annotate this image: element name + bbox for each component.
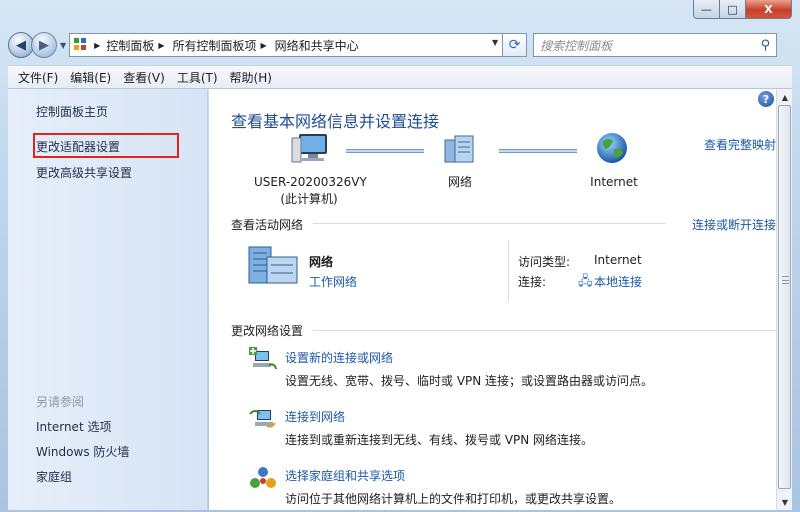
refresh-button[interactable]: ⟳ xyxy=(503,33,528,57)
sidebar-item-homegroup[interactable]: 家庭组 xyxy=(36,468,72,485)
forward-arrow-icon: ▶ xyxy=(39,37,49,53)
connect-disconnect-link[interactable]: 连接或断开连接 xyxy=(692,216,776,233)
map-node-computer: USER-20200326VY (此计算机) xyxy=(254,174,367,208)
menu-view[interactable]: 查看(V) xyxy=(117,69,171,86)
menu-help[interactable]: 帮助(H) xyxy=(224,69,278,86)
address-dropdown-icon[interactable]: ▼ xyxy=(492,38,498,47)
sidebar-item-advanced-sharing[interactable]: 更改高级共享设置 xyxy=(36,164,132,181)
task-homegroup-desc: 访问位于其他网络计算机上的文件和打印机，或更改共享设置。 xyxy=(285,492,622,506)
computer-sub: (此计算机) xyxy=(280,192,338,206)
map-node-network: 网络 xyxy=(430,174,490,191)
vertical-scrollbar[interactable]: ▲ ▼ xyxy=(776,89,792,510)
sidebar-item-home[interactable]: 控制面板主页 xyxy=(36,103,108,120)
search-icon[interactable]: ⚲ xyxy=(761,38,771,53)
scroll-up-icon[interactable]: ▲ xyxy=(777,89,793,105)
ethernet-connection-icon: 🖧 xyxy=(578,274,593,289)
address-box[interactable]: ▶ 控制面板 ▶ 所有控制面板项 ▶ 网络和共享中心 ▼ xyxy=(69,33,504,57)
breadcrumb-label: 控制面板 xyxy=(106,38,155,53)
scroll-thumb[interactable] xyxy=(778,105,791,489)
section-divider xyxy=(313,223,666,224)
map-connector-line xyxy=(346,149,424,153)
window-controls: — □ X xyxy=(693,0,792,20)
new-connection-icon xyxy=(249,347,277,370)
breadcrumb-root-arrow-icon[interactable]: ▶ xyxy=(94,41,100,50)
scroll-down-icon[interactable]: ▼ xyxy=(777,494,793,510)
menu-file[interactable]: 文件(F) xyxy=(12,69,64,86)
network-location-link[interactable]: 工作网络 xyxy=(309,273,357,290)
active-network-name: 网络 xyxy=(309,255,334,269)
breadcrumb-label: 所有控制面板项 xyxy=(172,38,257,53)
search-placeholder: 搜索控制面板 xyxy=(540,38,613,53)
map-internet-label: Internet xyxy=(590,175,638,189)
network-icon xyxy=(444,135,474,163)
sidebar-item-firewall[interactable]: Windows 防火墙 xyxy=(36,443,129,460)
refresh-icon: ⟳ xyxy=(508,37,521,53)
access-type-value: Internet xyxy=(594,253,642,267)
search-input[interactable]: 搜索控制面板 ⚲ xyxy=(533,33,778,57)
task-new-connection-link[interactable]: 设置新的连接或网络 xyxy=(285,349,393,366)
control-panel-icon xyxy=(74,38,88,52)
recent-pages-dropdown[interactable]: ▼ xyxy=(60,41,66,50)
connect-network-icon xyxy=(249,410,276,428)
sidebar-item-internet-options[interactable]: Internet 选项 xyxy=(36,418,111,435)
sidebar-item-adapter-settings[interactable]: 更改适配器设置 xyxy=(36,138,120,155)
section-divider xyxy=(313,330,776,331)
help-icon[interactable]: ? xyxy=(758,91,774,107)
active-networks-heading: 查看活动网络 xyxy=(231,218,304,232)
local-connection-link[interactable]: 本地连接 xyxy=(594,273,642,290)
menu-bar: 文件(F) 编辑(E) 查看(V) 工具(T) 帮助(H) xyxy=(8,65,792,89)
address-bar: ◀ ▶ ▼ ▶ 控制面板 ▶ 所有控制面板项 ▶ 网络和共享中心 ▼ ⟳ 搜索控制面… xyxy=(8,30,792,60)
map-connector-line xyxy=(499,149,577,153)
breadcrumb-arrow-icon[interactable]: ▶ xyxy=(261,41,267,50)
view-full-map-link[interactable]: 查看完整映射 xyxy=(704,136,776,153)
forward-button[interactable]: ▶ xyxy=(31,32,57,58)
access-type-label: 访问类型: xyxy=(518,255,571,269)
breadcrumb-arrow-icon[interactable]: ▶ xyxy=(158,41,164,50)
breadcrumb-item-control-panel[interactable]: 控制面板 ▶ xyxy=(106,37,172,54)
homegroup-icon xyxy=(250,467,276,488)
close-button[interactable]: X xyxy=(746,0,792,19)
active-network-icon xyxy=(248,246,298,284)
internet-globe-icon xyxy=(597,133,627,163)
map-network-label: 网络 xyxy=(447,175,472,189)
connection-label: 连接: xyxy=(518,275,547,289)
task-connect-network-desc: 连接到或重新连接到无线、有线、拨号或 VPN 网络连接。 xyxy=(285,433,594,447)
computer-icon xyxy=(291,134,327,163)
menu-tools[interactable]: 工具(T) xyxy=(171,69,224,86)
active-network-divider xyxy=(508,240,509,302)
computer-name: USER-20200326VY xyxy=(254,175,367,189)
task-homegroup-link[interactable]: 选择家庭组和共享选项 xyxy=(285,467,405,484)
page-title: 查看基本网络信息并设置连接 xyxy=(231,112,440,131)
maximize-button[interactable]: □ xyxy=(720,0,746,19)
back-arrow-icon: ◀ xyxy=(16,37,26,53)
breadcrumb-item-all-items[interactable]: 所有控制面板项 ▶ xyxy=(172,37,274,54)
menu-edit[interactable]: 编辑(E) xyxy=(64,69,117,86)
main-content: ? 查看基本网络信息并设置连接 查看完整映射 USER-20200326VY (… xyxy=(209,89,776,510)
breadcrumb-label: 网络和共享中心 xyxy=(274,38,359,53)
scroll-grip-icon xyxy=(782,276,789,284)
task-sidebar: 控制面板主页 更改适配器设置 更改高级共享设置 另请参阅 Internet 选项… xyxy=(8,89,208,510)
see-also-heading: 另请参阅 xyxy=(36,395,85,409)
task-new-connection-desc: 设置无线、宽带、拨号、临时或 VPN 连接；或设置路由器或访问点。 xyxy=(285,374,654,388)
map-node-internet: Internet xyxy=(582,174,646,191)
task-connect-network-link[interactable]: 连接到网络 xyxy=(285,408,345,425)
change-settings-heading: 更改网络设置 xyxy=(231,324,304,338)
minimize-button[interactable]: — xyxy=(693,0,720,19)
breadcrumb-item-network-center[interactable]: 网络和共享中心 xyxy=(275,37,359,54)
